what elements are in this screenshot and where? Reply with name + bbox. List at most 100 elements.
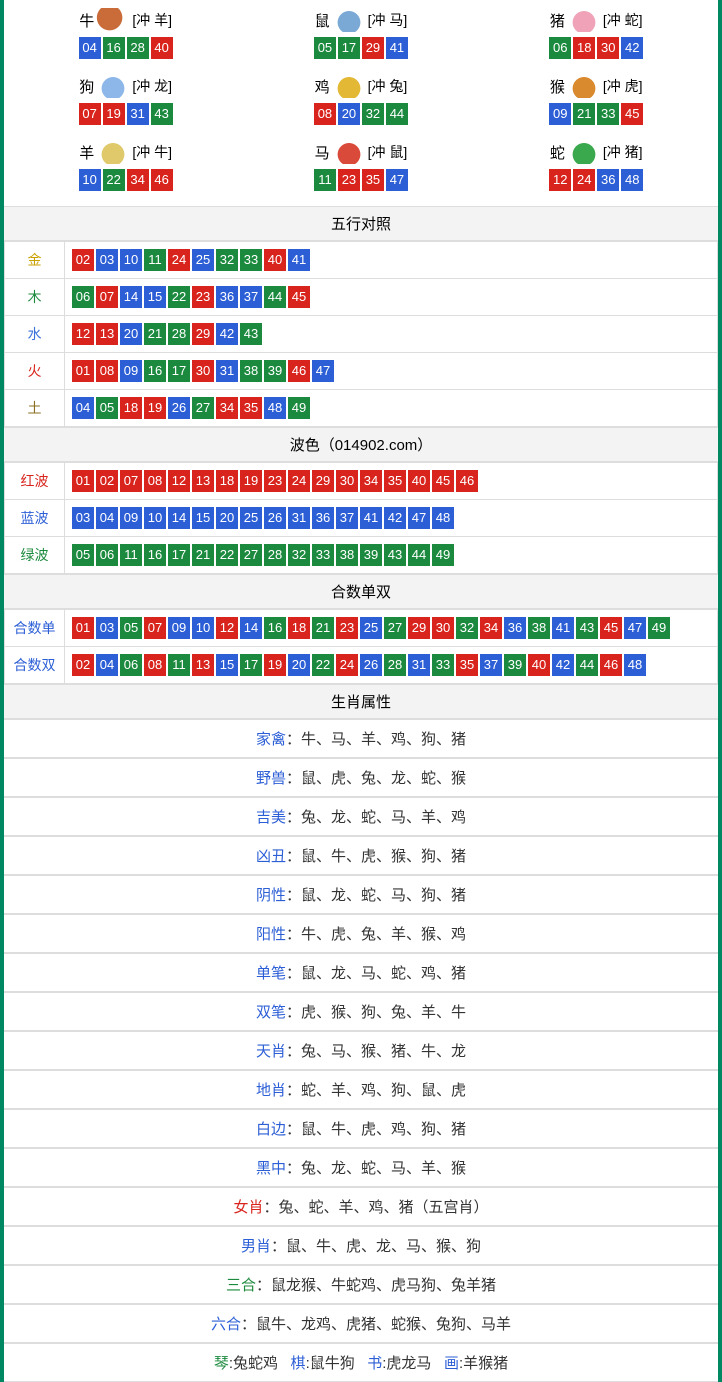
number-box: 01 bbox=[72, 470, 94, 492]
number-box: 40 bbox=[408, 470, 430, 492]
number-box: 05 bbox=[96, 397, 118, 419]
number-box: 08 bbox=[144, 654, 166, 676]
number-box: 23 bbox=[336, 617, 358, 639]
number-box: 45 bbox=[288, 286, 310, 308]
number-box: 30 bbox=[597, 37, 619, 59]
zodiac-chong: [冲 龙] bbox=[132, 76, 172, 96]
zodiac-icon bbox=[96, 8, 130, 32]
number-box: 45 bbox=[600, 617, 622, 639]
zodiac-name: 猴 bbox=[550, 76, 565, 97]
row-label: 红波 bbox=[5, 463, 65, 500]
attr-key: 黑中 bbox=[256, 1160, 286, 1177]
number-box: 49 bbox=[288, 397, 310, 419]
number-box: 16 bbox=[144, 544, 166, 566]
number-box: 34 bbox=[480, 617, 502, 639]
number-box: 27 bbox=[384, 617, 406, 639]
number-box: 39 bbox=[264, 360, 286, 382]
zodiac-cell: 鼠 [冲 马] 05172941 bbox=[243, 4, 478, 70]
number-box: 34 bbox=[216, 397, 238, 419]
number-box: 09 bbox=[120, 507, 142, 529]
number-box: 32 bbox=[362, 103, 384, 125]
number-box: 03 bbox=[96, 617, 118, 639]
number-box: 21 bbox=[144, 323, 166, 345]
number-box: 05 bbox=[72, 544, 94, 566]
number-box: 23 bbox=[264, 470, 286, 492]
number-box: 45 bbox=[621, 103, 643, 125]
attr-key: 阴性 bbox=[256, 887, 286, 904]
number-box: 49 bbox=[432, 544, 454, 566]
row-label: 合数单 bbox=[5, 610, 65, 647]
zodiac-nums: 07193143 bbox=[8, 102, 243, 126]
zodiac-cell: 马 [冲 鼠] 11233547 bbox=[243, 136, 478, 202]
attrs-header: 生肖属性 bbox=[4, 684, 718, 719]
num-cell: 0103050709101214161821232527293032343638… bbox=[65, 610, 718, 647]
number-box: 42 bbox=[216, 323, 238, 345]
attr-val: ：鼠、牛、虎、猴、狗、猪 bbox=[286, 848, 466, 865]
number-box: 11 bbox=[314, 169, 336, 191]
row-label: 蓝波 bbox=[5, 500, 65, 537]
zodiac-cell: 猪 [冲 蛇] 06183042 bbox=[479, 4, 714, 70]
number-box: 40 bbox=[264, 249, 286, 271]
number-box: 04 bbox=[79, 37, 101, 59]
number-box: 22 bbox=[168, 286, 190, 308]
attr-val: ：鼠、龙、马、蛇、鸡、猪 bbox=[286, 965, 466, 982]
bose-header: 波色（014902.com） bbox=[4, 427, 718, 462]
table-row: 合数单 010305070910121416182123252729303234… bbox=[5, 610, 718, 647]
attr-key: 阳性 bbox=[256, 926, 286, 943]
attr-key: 野兽 bbox=[256, 770, 286, 787]
number-box: 27 bbox=[240, 544, 262, 566]
number-box: 21 bbox=[312, 617, 334, 639]
attr-row: 女肖：兔、蛇、羊、鸡、猪（五宫肖） bbox=[4, 1187, 718, 1226]
number-box: 23 bbox=[338, 169, 360, 191]
number-box: 24 bbox=[288, 470, 310, 492]
table-row: 土 04051819262734354849 bbox=[5, 390, 718, 427]
number-box: 33 bbox=[432, 654, 454, 676]
number-box: 33 bbox=[597, 103, 619, 125]
zodiac-name: 蛇 bbox=[550, 142, 565, 163]
zodiac-nums: 11233547 bbox=[243, 168, 478, 192]
number-box: 31 bbox=[127, 103, 149, 125]
number-box: 43 bbox=[384, 544, 406, 566]
number-box: 31 bbox=[288, 507, 310, 529]
number-box: 11 bbox=[168, 654, 190, 676]
zodiac-cell: 牛 [冲 羊] 04162840 bbox=[8, 4, 243, 70]
zodiac-chong: [冲 虎] bbox=[603, 76, 643, 96]
number-box: 11 bbox=[120, 544, 142, 566]
number-box: 13 bbox=[192, 654, 214, 676]
number-box: 19 bbox=[264, 654, 286, 676]
number-box: 07 bbox=[144, 617, 166, 639]
number-box: 15 bbox=[144, 286, 166, 308]
number-box: 39 bbox=[360, 544, 382, 566]
number-box: 03 bbox=[96, 249, 118, 271]
main-container: 牛 [冲 羊] 04162840 鼠 [冲 马] 05172941 猪 [冲 蛇… bbox=[0, 0, 722, 1382]
number-box: 13 bbox=[96, 323, 118, 345]
number-box: 02 bbox=[96, 470, 118, 492]
number-box: 42 bbox=[621, 37, 643, 59]
number-box: 12 bbox=[72, 323, 94, 345]
number-box: 05 bbox=[120, 617, 142, 639]
zodiac-nums: 06183042 bbox=[479, 36, 714, 60]
number-box: 37 bbox=[336, 507, 358, 529]
number-box: 38 bbox=[240, 360, 262, 382]
number-box: 16 bbox=[144, 360, 166, 382]
attr-row: 阳性：牛、虎、兔、羊、猴、鸡 bbox=[4, 914, 718, 953]
zodiac-name: 鸡 bbox=[315, 76, 330, 97]
number-box: 09 bbox=[120, 360, 142, 382]
attr-row: 家禽：牛、马、羊、鸡、狗、猪 bbox=[4, 719, 718, 758]
number-box: 20 bbox=[216, 507, 238, 529]
number-box: 26 bbox=[168, 397, 190, 419]
number-box: 46 bbox=[151, 169, 173, 191]
number-box: 38 bbox=[528, 617, 550, 639]
row-label: 金 bbox=[5, 242, 65, 279]
row-label: 土 bbox=[5, 390, 65, 427]
number-box: 41 bbox=[552, 617, 574, 639]
number-box: 10 bbox=[144, 507, 166, 529]
number-box: 14 bbox=[120, 286, 142, 308]
bose-table: 红波 0102070812131819232429303435404546 蓝波… bbox=[4, 462, 718, 574]
number-box: 19 bbox=[240, 470, 262, 492]
number-box: 21 bbox=[192, 544, 214, 566]
number-box: 46 bbox=[456, 470, 478, 492]
attr-key: 双笔 bbox=[256, 1004, 286, 1021]
number-box: 49 bbox=[648, 617, 670, 639]
number-box: 17 bbox=[168, 360, 190, 382]
